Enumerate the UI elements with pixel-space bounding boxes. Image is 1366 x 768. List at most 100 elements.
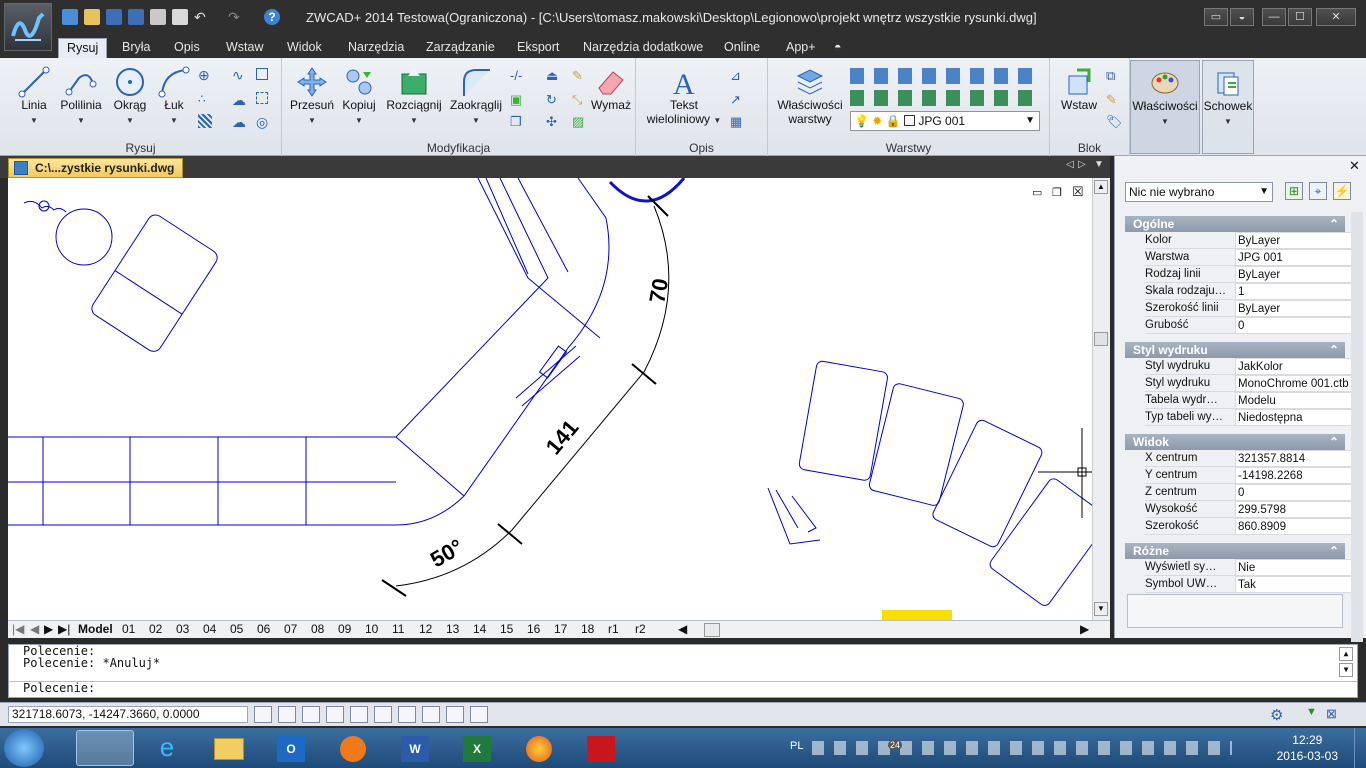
minimize-button[interactable]: —: [1262, 8, 1286, 26]
array-icon[interactable]: ▣: [510, 92, 526, 108]
quick-select-icon[interactable]: ⚡: [1333, 182, 1351, 200]
property-value[interactable]: Tak: [1235, 576, 1353, 593]
property-value[interactable]: 0: [1235, 484, 1353, 501]
region-icon[interactable]: [256, 92, 268, 104]
layout-tab[interactable]: 09: [338, 622, 351, 636]
rotate-icon[interactable]: ↻: [546, 92, 562, 108]
collapse-icon[interactable]: ⌃: [1329, 216, 1339, 232]
firefox-taskbar-icon[interactable]: [510, 730, 568, 766]
property-row[interactable]: Rodzaj linii ByLayer: [1125, 266, 1353, 283]
dimension-icon[interactable]: ⊿: [730, 68, 746, 84]
layout-tab[interactable]: 01: [122, 622, 135, 636]
viewport-restore-icon[interactable]: ❐: [1052, 186, 1062, 199]
grid-toggle-icon[interactable]: [278, 706, 296, 723]
tab-zarzadzanie[interactable]: Zarządzanie: [418, 38, 503, 58]
hscroll-thumb[interactable]: [704, 623, 720, 637]
word-taskbar-icon[interactable]: W: [386, 730, 444, 766]
property-value[interactable]: ByLayer: [1235, 300, 1353, 317]
vertical-scrollbar[interactable]: ▲ ▼: [1092, 178, 1110, 620]
hscroll-right-icon[interactable]: ▶: [1080, 622, 1089, 636]
property-row[interactable]: Warstwa JPG 001: [1125, 249, 1353, 266]
clean-screen-icon[interactable]: ⊠: [1326, 706, 1337, 722]
property-row[interactable]: Kolor ByLayer: [1125, 232, 1353, 249]
table-icon[interactable]: ▦: [730, 114, 746, 130]
next-tab-icon[interactable]: ▶: [44, 622, 53, 636]
offset-icon[interactable]: ❐: [510, 114, 526, 130]
tab-narzedzia[interactable]: Narzędzia: [340, 38, 412, 58]
polyline-button[interactable]: Polilinia ▼: [58, 66, 104, 126]
scale-icon[interactable]: ⤡: [572, 92, 588, 108]
layout-tab[interactable]: 04: [203, 622, 216, 636]
trim-icon[interactable]: -/-: [510, 68, 526, 84]
otrack-toggle-icon[interactable]: [374, 706, 392, 723]
media-taskbar-icon[interactable]: [324, 730, 382, 766]
property-value[interactable]: 321357.8814: [1235, 450, 1353, 467]
ribbon-minimize-icon[interactable]: ◓: [826, 38, 850, 58]
tab-scroll-left-icon[interactable]: ◁: [1066, 159, 1074, 170]
properties-button[interactable]: Właściwości ▼: [1130, 60, 1200, 154]
save-icon[interactable]: [106, 9, 122, 25]
explorer-taskbar-icon[interactable]: [200, 730, 258, 766]
language-indicator[interactable]: PL: [790, 740, 803, 752]
hatch-icon[interactable]: [198, 114, 212, 128]
line-button[interactable]: Linia ▼: [14, 66, 54, 126]
selection-dropdown[interactable]: Nic nie wybrano ▼: [1125, 182, 1273, 202]
tab-eksport[interactable]: Eksport: [509, 38, 567, 58]
help-icon[interactable]: ?: [264, 9, 280, 25]
property-value[interactable]: Nie: [1235, 559, 1353, 576]
property-value[interactable]: Modelu: [1235, 392, 1353, 409]
layout-tab[interactable]: r1: [608, 622, 619, 636]
property-section-header[interactable]: Różne ⌃: [1125, 543, 1345, 559]
collapse-icon[interactable]: ⌃: [1329, 342, 1339, 358]
dyn-toggle-icon[interactable]: [398, 706, 416, 723]
first-tab-icon[interactable]: |◀: [12, 622, 24, 636]
select-objects-icon[interactable]: ⌖: [1309, 182, 1327, 200]
property-row[interactable]: Grubość 0: [1125, 317, 1353, 334]
property-value[interactable]: ByLayer: [1235, 232, 1353, 249]
property-row[interactable]: Typ tabeli wy… Niedostępna: [1125, 409, 1353, 426]
cloud-icon[interactable]: ☁: [232, 114, 248, 130]
tab-online[interactable]: Online: [716, 38, 768, 58]
move-button[interactable]: Przesuń ▼: [288, 66, 336, 126]
layout-tab[interactable]: 11: [392, 622, 404, 636]
tab-bryla[interactable]: Bryła: [114, 38, 158, 58]
scroll-thumb[interactable]: [1094, 332, 1108, 346]
attribute-icon[interactable]: 🏷: [1106, 114, 1123, 130]
layout-tab[interactable]: 03: [176, 622, 189, 636]
app-menu-button[interactable]: [4, 3, 52, 51]
property-row[interactable]: Styl wydruku MonoChrome 001.ctb: [1125, 375, 1353, 392]
layout-tab[interactable]: 08: [311, 622, 324, 636]
polar-toggle-icon[interactable]: [326, 706, 344, 723]
property-value[interactable]: -14198.2268: [1235, 467, 1353, 484]
layout-tab[interactable]: 12: [419, 622, 432, 636]
excel-taskbar-icon[interactable]: X: [448, 730, 506, 766]
outlook-taskbar-icon[interactable]: O: [262, 730, 320, 766]
viewport-close-icon[interactable]: ☒: [1072, 184, 1084, 200]
cmd-scroll-down-icon[interactable]: ▼: [1339, 663, 1353, 677]
publish-icon[interactable]: [172, 9, 188, 25]
close-button[interactable]: ✕: [1316, 8, 1356, 26]
document-tab[interactable]: C:\...zystkie rysunki.dwg: [8, 158, 184, 178]
extend-icon[interactable]: ⏏: [546, 68, 562, 84]
layout-tab[interactable]: 18: [581, 622, 594, 636]
explode-icon[interactable]: ✣: [546, 114, 562, 130]
copy-button[interactable]: Kopiuj ▼: [338, 66, 380, 126]
property-row[interactable]: Szerokość 860.8909: [1125, 518, 1353, 535]
layout-tab[interactable]: 06: [257, 622, 270, 636]
lineweight-toggle-icon[interactable]: [422, 706, 440, 723]
insert-button[interactable]: Wstaw: [1054, 66, 1104, 112]
command-line[interactable]: Polecenie: Polecenie: *Anuluj* Polecenie…: [8, 644, 1358, 698]
layout-tab[interactable]: 05: [230, 622, 243, 636]
property-row[interactable]: Z centrum 0: [1125, 484, 1353, 501]
cmd-scroll-up-icon[interactable]: ▲: [1339, 647, 1353, 661]
spline-icon[interactable]: ∿: [232, 68, 248, 84]
workspace-button[interactable]: ▭: [1204, 8, 1228, 26]
settings-gear-icon[interactable]: ⚙: [1270, 706, 1283, 724]
tray-icons[interactable]: [812, 741, 1232, 755]
property-row[interactable]: Tabela wydr… Modelu: [1125, 392, 1353, 409]
chamfer-icon[interactable]: ▨: [572, 114, 588, 130]
erase-button[interactable]: Wymaż: [588, 66, 634, 112]
property-row[interactable]: Skala rodzaju… 1: [1125, 283, 1353, 300]
last-tab-icon[interactable]: ▶|: [58, 622, 70, 636]
redo-icon[interactable]: ↷: [228, 9, 244, 25]
